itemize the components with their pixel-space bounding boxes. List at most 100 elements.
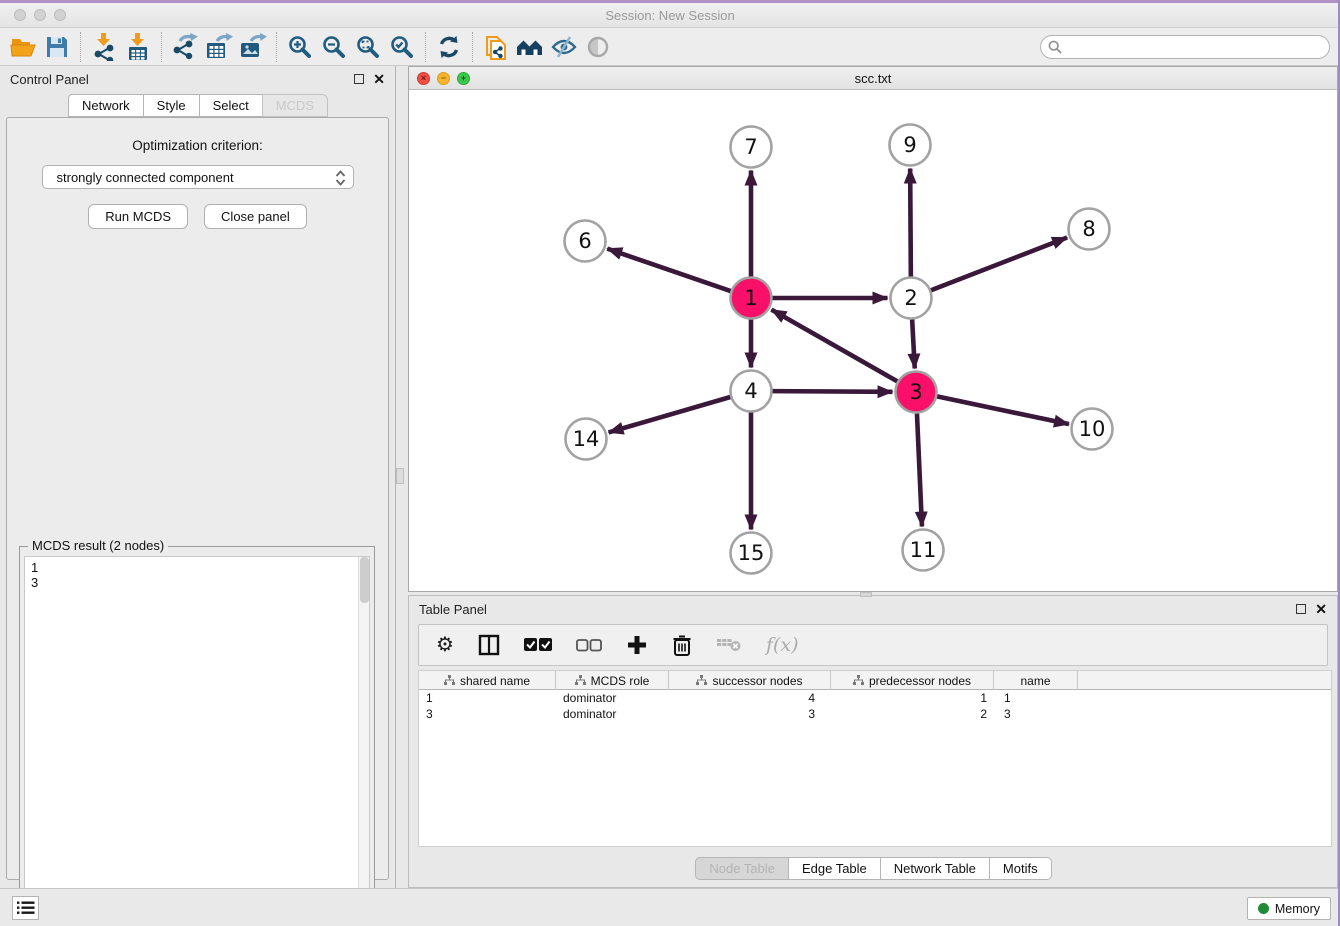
hierarchy-icon [696,675,707,686]
delete-row-button[interactable] [672,634,692,657]
mcds-result-text[interactable]: 1 3 [24,556,370,918]
table-cell[interactable]: 2 [831,707,994,721]
tab-network[interactable]: Network [68,94,144,117]
result-scrollbar-thumb[interactable] [360,557,369,603]
result-scrollbar[interactable] [358,557,369,917]
table-cell[interactable]: dominator [556,691,669,705]
hide-selected-button[interactable] [547,32,581,62]
minimize-network-icon[interactable]: − [437,72,450,85]
graph-node-label: 4 [744,379,757,403]
column-header-shared-name[interactable]: shared name [419,671,556,690]
graph-edge-3-1[interactable] [771,310,897,382]
graph-edge-2-9[interactable] [910,168,911,276]
delete-table-button[interactable] [716,636,742,654]
eye-disabled-icon [585,35,611,59]
table-cell[interactable]: 3 [419,707,556,721]
network-window-titlebar[interactable]: × − + scc.txt [409,67,1337,90]
import-network-icon [91,33,117,61]
deselect-all-button[interactable] [576,639,602,652]
graph-edge-3-11[interactable] [917,413,922,526]
app-titlebar: Session: New Session [0,3,1340,28]
zoom-fit-button[interactable] [351,32,385,62]
unchecked-boxes-icon [576,639,602,652]
tab-node-table[interactable]: Node Table [695,857,789,880]
table-cell[interactable]: 3 [669,707,831,721]
graph-edge-4-14[interactable] [609,397,731,432]
table-cell[interactable]: 1 [994,691,1078,705]
run-mcds-button[interactable]: Run MCDS [88,204,188,229]
show-hidden-button[interactable] [581,32,615,62]
import-table-button[interactable] [121,32,155,62]
vertical-splitter-handle[interactable] [396,468,404,484]
graph-edge-2-3[interactable] [912,319,915,368]
column-header-successor-nodes[interactable]: successor nodes [669,671,831,690]
network-graph[interactable]: 7968124314101511 [409,90,1337,591]
graph-edge-1-6[interactable] [607,249,730,291]
zoom-out-button[interactable] [317,32,351,62]
close-network-icon[interactable]: × [417,72,430,85]
network-window-controls: × − + [417,72,470,85]
task-history-button[interactable] [12,896,39,920]
refresh-button[interactable] [432,32,466,62]
add-row-button[interactable] [626,634,648,656]
tab-style[interactable]: Style [143,94,200,117]
export-network-button[interactable] [168,32,202,62]
select-all-button[interactable] [524,638,552,652]
export-image-button[interactable] [236,32,270,62]
search-icon [1048,40,1062,54]
table-cell[interactable]: 3 [994,707,1078,721]
horizontal-splitter-handle[interactable] [860,592,872,597]
optimization-criterion-dropdown[interactable]: strongly connected component [42,165,354,189]
tab-select[interactable]: Select [199,94,263,117]
search-input[interactable] [1040,35,1330,59]
toolbar-separator [472,32,473,62]
zoom-in-icon [287,34,313,60]
memory-button[interactable]: Memory [1247,897,1331,920]
table-cell[interactable]: dominator [556,707,669,721]
duplicate-network-button[interactable] [479,32,513,62]
zoom-in-button[interactable] [283,32,317,62]
graph-edge-4-3[interactable] [772,391,892,392]
table-cell[interactable]: 1 [419,691,556,705]
table-cell[interactable]: 1 [831,691,994,705]
control-panel-header: Control Panel ✕ [0,66,395,92]
graph-edge-3-10[interactable] [937,396,1069,424]
tab-motifs[interactable]: Motifs [989,857,1052,880]
network-overview-button[interactable] [513,32,547,62]
tab-network-table[interactable]: Network Table [880,857,990,880]
zoom-out-icon [321,34,347,60]
column-header-name[interactable]: name [994,671,1078,690]
open-session-button[interactable] [6,32,40,62]
table-panel: Table Panel ✕ ⚙ [408,595,1338,888]
dropdown-value: strongly connected component [57,170,234,185]
function-builder-button[interactable]: f(x) [766,634,799,656]
close-table-panel-icon[interactable]: ✕ [1315,604,1327,614]
tab-edge-table[interactable]: Edge Table [788,857,881,880]
column-layout-button[interactable] [478,634,500,656]
graph-node-label: 1 [744,286,757,310]
float-panel-icon[interactable] [354,74,364,84]
table-cell[interactable]: 4 [669,691,831,705]
network-window-title: scc.txt [855,71,892,86]
graph-edge-2-8[interactable] [931,237,1067,290]
zoom-selected-button[interactable] [385,32,419,62]
column-header-predecessor-nodes[interactable]: predecessor nodes [831,671,994,690]
table-row[interactable]: 1dominator411 [419,690,1331,706]
table-row[interactable]: 3dominator323 [419,706,1331,722]
tab-mcds[interactable]: MCDS [262,94,328,117]
close-panel-button[interactable]: Close panel [204,204,307,229]
close-panel-icon[interactable]: ✕ [373,74,385,84]
graph-node-label: 10 [1079,417,1106,441]
node-table[interactable]: shared name MCDS role successor nodes pr… [418,670,1332,847]
column-header-mcds-role[interactable]: MCDS role [556,671,669,690]
table-settings-button[interactable]: ⚙ [436,635,454,655]
checked-boxes-icon [524,638,552,652]
import-network-button[interactable] [87,32,121,62]
export-table-button[interactable] [202,32,236,62]
delete-table-icon [716,636,742,654]
float-table-panel-icon[interactable] [1296,604,1306,614]
import-table-icon [125,33,151,61]
maximize-network-icon[interactable]: + [457,72,470,85]
table-panel-tabs: Node Table Edge Table Network Table Moti… [409,857,1337,880]
save-session-button[interactable] [40,32,74,62]
